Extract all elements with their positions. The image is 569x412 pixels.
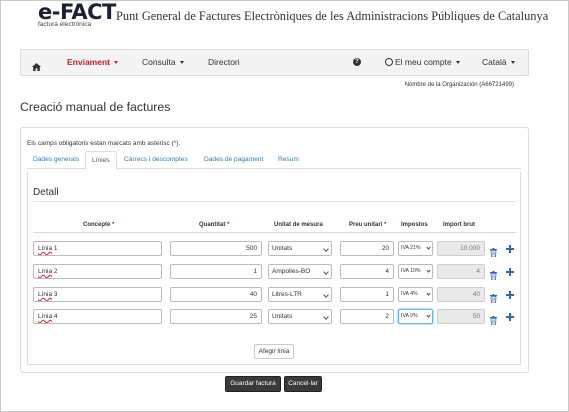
required-note-text: Els camps obligatoris estan marcats amb … (27, 140, 174, 147)
chevron-down-icon (426, 291, 431, 296)
quantity-input[interactable]: 40 (170, 287, 262, 302)
efact-logo: e-FACT factura electrònica (38, 0, 116, 29)
question-circle-icon[interactable]: ? (353, 58, 361, 66)
chevron-down-icon (426, 268, 431, 273)
user-icon (385, 57, 393, 66)
page-title: Creació manual de factures (20, 100, 171, 114)
unit-select[interactable]: Ampolles-BO (268, 264, 332, 279)
add-row-plus-icon[interactable] (506, 313, 514, 321)
concept-input[interactable]: Línia 1 (33, 241, 162, 256)
concept-input[interactable]: Línia 4 (33, 309, 162, 324)
tab-lines[interactable]: Línies (85, 151, 117, 170)
trash-icon[interactable] (490, 290, 497, 304)
portal-title: Punt General de Factures Electròniques d… (116, 9, 549, 23)
nav-enviament[interactable]: Enviament (67, 50, 118, 75)
tab-summary[interactable]: Resum (272, 151, 305, 169)
chevron-down-icon (510, 61, 515, 65)
trash-icon[interactable] (490, 267, 497, 281)
required-note-end: ). (176, 140, 181, 147)
chevron-down-icon (114, 61, 118, 65)
quantity-input[interactable]: 500 (170, 241, 262, 256)
nav-consulta[interactable]: Consulta (142, 50, 184, 75)
chevron-down-icon (323, 292, 329, 298)
save-invoice-button[interactable]: Guardar factura (225, 376, 281, 392)
trash-icon[interactable] (490, 244, 497, 258)
chevron-down-icon (426, 245, 431, 250)
quantity-input[interactable]: 1 (170, 264, 262, 279)
unit-price-input[interactable]: 2 (340, 309, 394, 324)
add-line-button[interactable]: Afegir línia (254, 344, 294, 359)
divider (33, 232, 516, 233)
col-header-unit: Unitat de mesura (274, 222, 323, 228)
chevron-down-icon (323, 269, 329, 275)
chevron-down-icon (426, 313, 431, 318)
organization-name: Nombre de la Organización (A66721499) (404, 82, 514, 88)
add-row-plus-icon[interactable] (506, 268, 514, 276)
detail-title: Detall (33, 187, 59, 198)
gross-amount-field: 40 (437, 287, 485, 302)
col-header-unit-price: Preu unitari * (349, 222, 387, 228)
add-row-plus-icon[interactable] (506, 245, 514, 253)
chevron-down-icon (455, 61, 460, 65)
gross-amount-field: 50 (437, 309, 485, 324)
divider (33, 201, 516, 202)
col-header-concept: Concepte * (83, 222, 115, 228)
required-fields-note: Els camps obligatoris estan marcats amb … (27, 140, 180, 147)
home-icon[interactable] (32, 58, 41, 76)
nav-directori[interactable]: Directori (208, 50, 240, 75)
account-menu[interactable]: El meu compte (385, 50, 460, 75)
nav-consulta-label: Consulta (142, 57, 176, 67)
tab-general-data[interactable]: Dades generals (27, 151, 85, 169)
tax-select[interactable]: IVA 0% (398, 309, 433, 324)
chevron-down-icon (323, 314, 329, 320)
language-label: Català (482, 57, 507, 67)
chevron-down-icon (179, 61, 184, 65)
gross-amount-field: 4 (437, 264, 485, 279)
unit-price-input[interactable]: 1 (340, 287, 394, 302)
chevron-down-icon (323, 246, 329, 252)
col-header-gross-amount: Import brut (443, 222, 475, 228)
trash-icon[interactable] (490, 312, 497, 326)
tax-select[interactable]: IVA 21% (398, 241, 433, 256)
tab-charges-discounts[interactable]: Càrrecs i descomptes (118, 151, 194, 169)
concept-input[interactable]: Línia 2 (33, 264, 162, 279)
main-navbar: Enviament Consulta Directori ? El meu co… (20, 49, 529, 76)
tax-select[interactable]: IVA 10% (398, 264, 433, 279)
tab-payment-data[interactable]: Dades de pagament (198, 151, 269, 169)
nav-enviament-label: Enviament (67, 57, 110, 67)
unit-select[interactable]: Unitats (268, 241, 332, 256)
quantity-input[interactable]: 25 (170, 309, 262, 324)
unit-price-input[interactable]: 20 (340, 241, 394, 256)
concept-input[interactable]: Línia 3 (33, 287, 162, 302)
tax-select[interactable]: IVA 4% (398, 287, 433, 302)
col-header-quantity: Quantitat * (199, 222, 230, 228)
account-label: El meu compte (395, 57, 452, 67)
language-menu[interactable]: Català (482, 50, 515, 75)
unit-price-input[interactable]: 4 (340, 264, 394, 279)
logo-text: e-FACT (38, 0, 116, 24)
add-row-plus-icon[interactable] (506, 291, 514, 299)
col-header-taxes: Impostos (401, 222, 428, 228)
gross-amount-field: 10.000 (437, 241, 485, 256)
unit-select[interactable]: Litres-LTR (268, 287, 332, 302)
unit-select[interactable]: Unitats (268, 309, 332, 324)
invoice-tabs: Dades generals Línies Càrrecs i descompt… (27, 151, 521, 170)
nav-directori-label: Directori (208, 57, 240, 67)
cancel-button[interactable]: Cancel·lar (284, 376, 322, 392)
